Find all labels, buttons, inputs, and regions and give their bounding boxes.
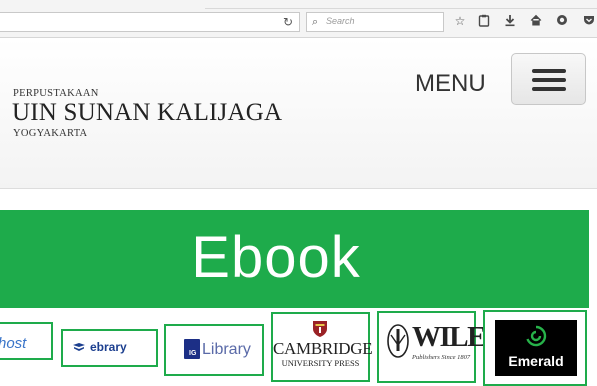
iglibrary-badge: IG xyxy=(189,350,197,357)
emerald-swirl-icon xyxy=(526,325,547,347)
reload-icon[interactable]: ↻ xyxy=(283,15,293,29)
cambridge-logo-text: CAMBRIDGE xyxy=(273,339,373,358)
pocket-icon[interactable] xyxy=(582,14,596,28)
toolbar-divider xyxy=(205,8,597,9)
emerald-link[interactable]: Emerald xyxy=(483,310,587,386)
home-icon[interactable] xyxy=(529,14,543,28)
logo-line-perpustakaan: PERPUSTAKAAN xyxy=(13,88,99,99)
iglibrary-link[interactable]: IG Library xyxy=(164,324,264,376)
iglibrary-logo-text: Library xyxy=(202,341,251,358)
logo-line-yogyakarta: YOGYAKARTA xyxy=(13,128,88,139)
ebscohost-logo-text: host xyxy=(0,335,27,352)
provider-logos: host ebrary IG Library CAMBRIDGE UNIVERS… xyxy=(0,308,597,386)
ebrary-logo-text: ebrary xyxy=(90,340,127,354)
ebscohost-link[interactable]: host xyxy=(0,322,53,360)
search-input[interactable]: ⌕ Search xyxy=(306,12,444,32)
ebook-banner: Ebook xyxy=(0,210,589,310)
menu-label[interactable]: MENU xyxy=(415,70,486,98)
ebrary-link[interactable]: ebrary xyxy=(61,329,158,367)
cambridge-shield-icon xyxy=(313,321,327,337)
site-header: PERPUSTAKAAN UIN SUNAN KALIJAGA YOGYAKAR… xyxy=(0,38,597,189)
address-bar[interactable]: ↻ xyxy=(0,12,300,32)
cambridge-link[interactable]: CAMBRIDGE UNIVERSITY PRESS xyxy=(271,312,373,382)
emerald-logo-text: Emerald xyxy=(508,353,564,369)
wiley-emblem-icon xyxy=(387,324,409,358)
cambridge-subtitle: UNIVERSITY PRESS xyxy=(281,358,360,368)
banner-title: Ebook xyxy=(191,225,361,290)
chat-icon[interactable] xyxy=(555,14,569,28)
search-icon: ⌕ xyxy=(312,15,319,28)
menu-button[interactable] xyxy=(511,53,586,105)
star-icon[interactable]: ☆ xyxy=(453,14,467,28)
browser-toolbar: ↻ ⌕ Search ☆ xyxy=(0,0,597,38)
emerald-logo: Emerald xyxy=(495,320,577,376)
ebrary-icon xyxy=(73,343,85,351)
hamburger-icon xyxy=(532,78,566,82)
clipboard-icon[interactable] xyxy=(477,14,491,28)
download-icon[interactable] xyxy=(503,14,517,28)
search-placeholder: Search xyxy=(326,16,355,26)
hamburger-icon xyxy=(532,87,566,91)
wiley-link[interactable]: WILEY Publishers Since 1807 xyxy=(377,311,506,383)
wiley-subtitle: Publishers Since 1807 xyxy=(412,354,471,361)
logo-title: UIN SUNAN KALIJAGA xyxy=(12,99,283,126)
hamburger-icon xyxy=(532,69,566,73)
